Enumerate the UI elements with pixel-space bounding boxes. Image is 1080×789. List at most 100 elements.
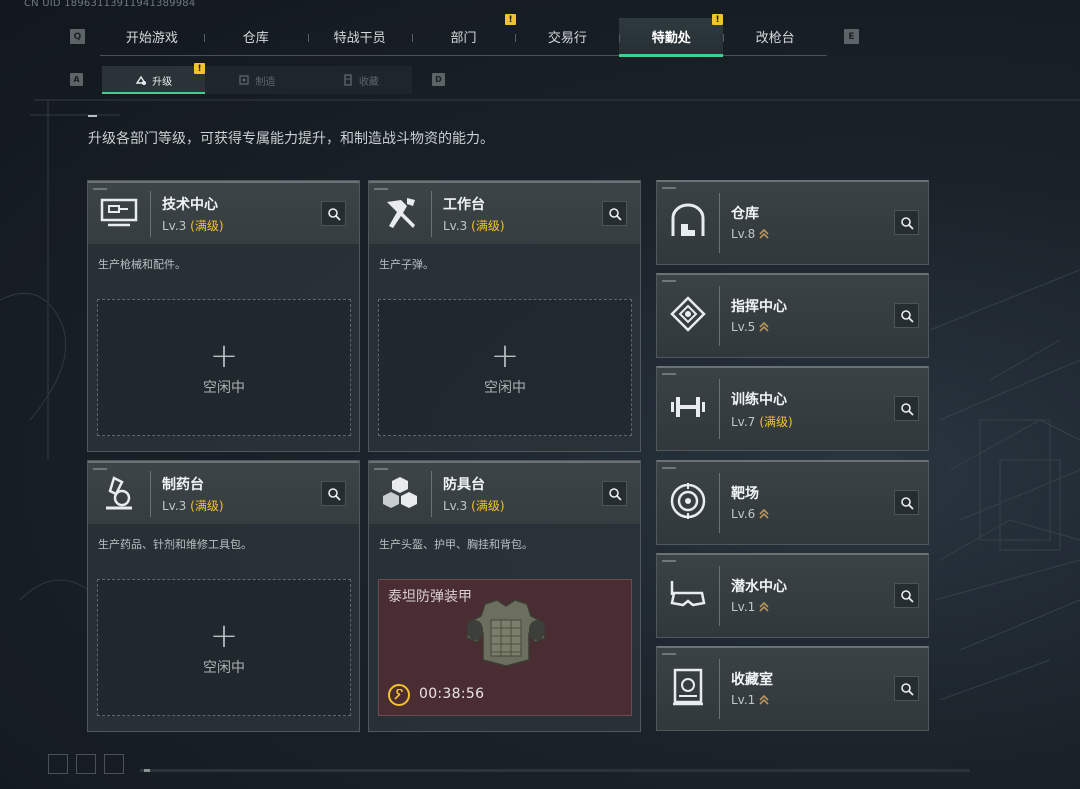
upgrade-available-icon <box>759 228 769 239</box>
card-level: Lv.3 (满级) <box>162 497 224 514</box>
prev-subtab-key-hint[interactable]: A <box>70 73 83 86</box>
facility-title: 指挥中心 <box>731 299 787 315</box>
card-separator <box>150 471 151 517</box>
micro-marker <box>662 187 676 189</box>
level-value: Lv.6 <box>731 507 756 521</box>
collection-room-icon <box>673 668 703 706</box>
inspect-button[interactable] <box>894 676 919 701</box>
crafting-slot[interactable]: 泰坦防弹装甲 00:38:56 <box>378 579 632 716</box>
craft-icon <box>239 75 250 85</box>
micro-marker <box>374 468 388 470</box>
micro-marker <box>662 653 676 655</box>
search-icon <box>900 402 914 416</box>
production-slot[interactable]: + 空闲中 <box>97 579 351 716</box>
level-value: Lv.3 <box>162 499 187 513</box>
bottom-slot <box>76 754 96 774</box>
level-value: Lv.3 <box>162 219 187 233</box>
tab-gunsmith[interactable]: 改枪台 <box>723 18 827 55</box>
card-header: 技术中心 Lv.3 (满级) <box>88 181 359 244</box>
facility-training-center[interactable]: 训练中心 Lv.7 (满级) <box>656 366 929 451</box>
facility-command-center[interactable]: 指挥中心 Lv.5 <box>656 273 929 358</box>
facility-level: Lv.1 <box>731 693 769 707</box>
subtab-upgrade[interactable]: 升级 <box>102 66 206 94</box>
facility-card-pharmacy[interactable]: 制药台 Lv.3 (满级) 生产药品、针剂和维修工具包。 + 空闲中 <box>87 460 360 732</box>
upgrade-warning-icon: ! <box>194 63 205 74</box>
inspect-button[interactable] <box>894 583 919 608</box>
card-level: Lv.3 (满级) <box>443 497 505 514</box>
scrollbar-thumb[interactable] <box>144 769 150 772</box>
inspect-button[interactable] <box>602 481 627 506</box>
level-value: Lv.3 <box>443 499 468 513</box>
facility-diving-center[interactable]: 潜水中心 Lv.1 <box>656 553 929 638</box>
tab-warehouse[interactable]: 仓库 <box>203 18 308 55</box>
card-title: 防具台 <box>443 477 485 493</box>
inspect-button[interactable] <box>894 396 919 421</box>
tab-special-services[interactable]: 特勤处 <box>619 18 724 57</box>
production-slot[interactable]: + 空闲中 <box>378 299 632 436</box>
bottom-slot <box>48 754 68 774</box>
subtab-collection-label: 收藏 <box>358 76 379 88</box>
collection-icon <box>344 74 352 86</box>
facility-title: 收藏室 <box>731 672 773 688</box>
dumbbell-icon <box>671 397 705 417</box>
inspect-button[interactable] <box>894 210 919 235</box>
card-header: 防具台 Lv.3 (满级) <box>369 461 640 524</box>
inspect-button[interactable] <box>321 481 346 506</box>
production-slot[interactable]: + 空闲中 <box>97 299 351 436</box>
crafting-timer: 00:38:56 <box>419 686 485 702</box>
tab-trading[interactable]: 交易行 <box>515 18 619 55</box>
micro-marker <box>374 188 388 190</box>
tab-department[interactable]: 部门 <box>411 18 516 55</box>
facility-card-armor-bench[interactable]: 防具台 Lv.3 (满级) 生产头盔、护甲、胸挂和背包。 泰坦防弹装甲 00:3… <box>368 460 641 732</box>
search-icon <box>900 682 914 696</box>
card-level: Lv.3 (满级) <box>162 217 224 234</box>
idle-label: 空闲中 <box>203 379 245 396</box>
bottom-slot <box>104 754 124 774</box>
search-icon <box>327 207 341 221</box>
cubes-icon <box>383 477 417 508</box>
tab-start-game[interactable]: 开始游戏 <box>100 18 204 55</box>
subtab-collection[interactable]: 收藏 <box>308 66 412 94</box>
inspect-button[interactable] <box>602 201 627 226</box>
search-icon <box>327 487 341 501</box>
facility-title: 训练中心 <box>731 392 787 408</box>
card-separator <box>431 191 432 237</box>
facility-card-tech-center[interactable]: 技术中心 Lv.3 (满级) 生产枪械和配件。 + 空闲中 <box>87 180 360 452</box>
facility-level: Lv.7 (满级) <box>731 413 793 430</box>
scrollbar[interactable] <box>140 769 970 772</box>
micro-marker <box>662 560 676 562</box>
facility-level: Lv.6 <box>731 507 769 521</box>
card-separator <box>719 473 720 533</box>
level-value: Lv.8 <box>731 227 756 241</box>
facility-level: Lv.1 <box>731 600 769 614</box>
card-separator <box>719 286 720 346</box>
subtab-craft-label: 制造 <box>255 76 276 88</box>
next-tab-key-hint[interactable]: E <box>844 29 859 44</box>
card-header: 工作台 Lv.3 (满级) <box>369 181 640 244</box>
idle-label: 空闲中 <box>484 379 526 396</box>
max-level-label: (满级) <box>190 499 224 513</box>
subtab-upgrade-label: 升级 <box>152 76 173 88</box>
card-title: 制药台 <box>162 477 204 493</box>
page-description: 升级各部门等级，可获得专属能力提升，和制造战斗物资的能力。 <box>88 131 494 147</box>
facility-card-workbench[interactable]: 工作台 Lv.3 (满级) 生产子弹。 + 空闲中 <box>368 180 641 452</box>
prev-tab-key-hint[interactable]: Q <box>70 29 85 44</box>
inspect-button[interactable] <box>894 303 919 328</box>
wrench-timer-icon <box>388 684 410 706</box>
inspect-button[interactable] <box>894 490 919 515</box>
facility-collection-room[interactable]: 收藏室 Lv.1 <box>656 646 929 731</box>
sub-navigation: 升级 制造 收藏 <box>102 66 412 94</box>
level-value: Lv.5 <box>731 320 756 334</box>
card-separator <box>719 566 720 626</box>
tab-operators[interactable]: 特战干员 <box>307 18 412 55</box>
inspect-button[interactable] <box>321 201 346 226</box>
search-icon <box>608 207 622 221</box>
card-separator <box>719 193 720 253</box>
next-subtab-key-hint[interactable]: D <box>432 73 445 86</box>
facility-warehouse[interactable]: 仓库 Lv.8 <box>656 180 929 265</box>
subtab-craft[interactable]: 制造 <box>205 66 309 94</box>
card-description: 生产药品、针剂和维修工具包。 <box>98 538 252 551</box>
level-value: Lv.7 <box>731 414 756 429</box>
micro-marker <box>93 188 107 190</box>
facility-shooting-range[interactable]: 靶场 Lv.6 <box>656 460 929 545</box>
